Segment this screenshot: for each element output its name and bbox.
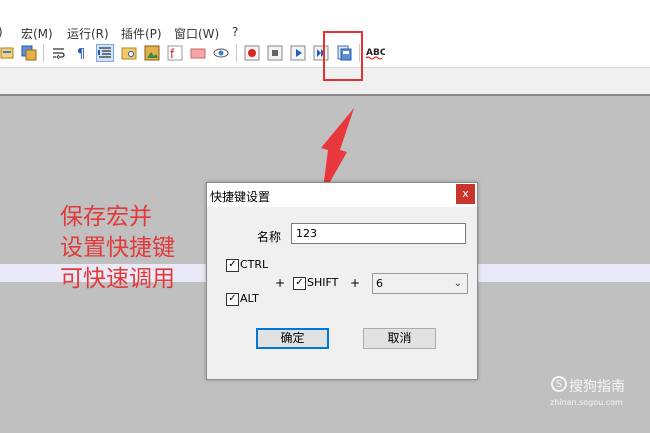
plus-sign: +: [275, 276, 286, 290]
key-select-value: 6: [376, 277, 383, 290]
macro-name-input[interactable]: 123: [291, 223, 466, 244]
shift-checkbox[interactable]: ✓: [293, 277, 306, 290]
annotation-line: 保存宏并: [60, 204, 152, 230]
annotation-text: 保存宏并 设置快捷键 可快速调用: [60, 202, 175, 295]
close-button[interactable]: x: [456, 184, 475, 204]
annotation-line: 设置快捷键: [60, 235, 175, 261]
ok-button[interactable]: 确定: [256, 328, 329, 349]
key-select[interactable]: 6 ⌄: [372, 273, 468, 294]
annotation-line: 可快速调用: [60, 266, 175, 292]
chevron-down-icon: ⌄: [453, 278, 462, 289]
shortcut-settings-dialog: 快捷键设置 x 名称 123 ✓ CTRL + ✓ SHIFT + 6 ⌄ ✓ …: [206, 182, 478, 380]
alt-checkbox[interactable]: ✓: [226, 293, 239, 306]
cancel-button[interactable]: 取消: [363, 328, 436, 349]
watermark-brand: 搜狗指南: [569, 379, 625, 395]
watermark-url: zhinan.sogou.com: [550, 398, 623, 407]
name-label: 名称: [257, 230, 282, 244]
ctrl-checkbox[interactable]: ✓: [226, 259, 239, 272]
dialog-title: 快捷键设置: [210, 190, 271, 204]
dialog-titlebar: 快捷键设置 x: [207, 183, 477, 207]
ctrl-label: CTRL: [240, 258, 269, 271]
shift-label: SHIFT: [307, 276, 339, 289]
sogou-logo-icon: S: [551, 376, 567, 392]
plus-sign: +: [350, 276, 361, 290]
alt-label: ALT: [240, 292, 259, 305]
